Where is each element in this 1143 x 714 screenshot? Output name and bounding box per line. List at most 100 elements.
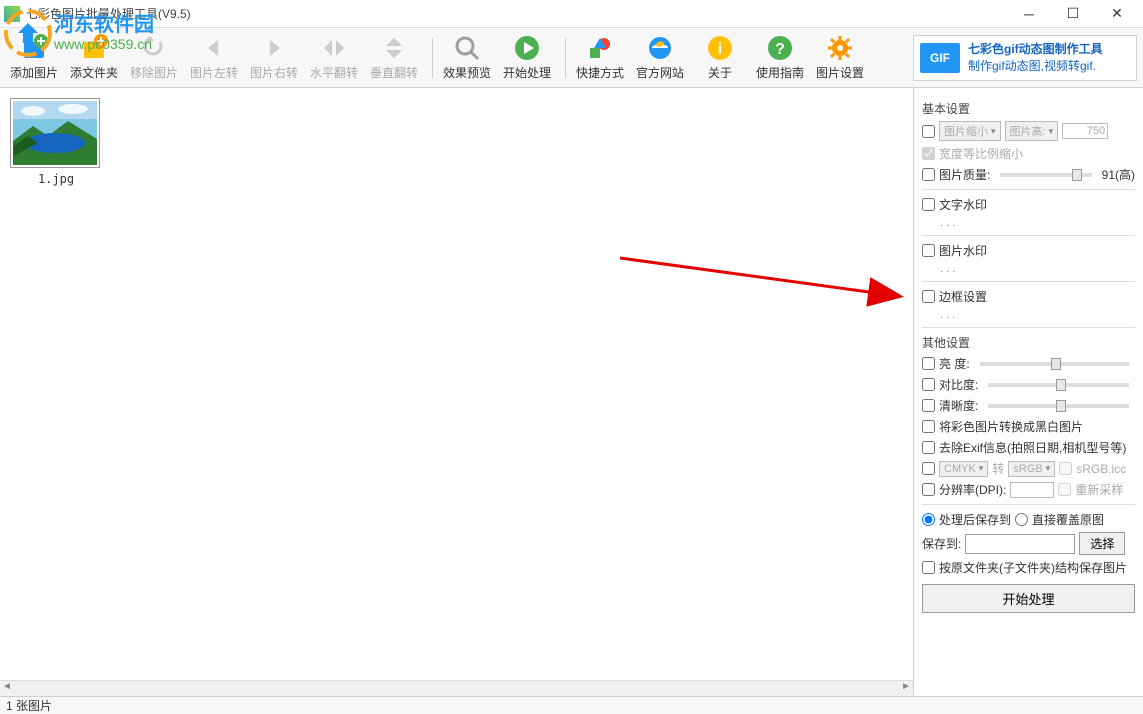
svg-text:i: i	[718, 41, 722, 58]
cmyk-from-combo[interactable]: CMYK	[939, 461, 988, 477]
exif-checkbox[interactable]	[922, 441, 935, 454]
toolbar-label: 开始处理	[503, 64, 551, 81]
resample-checkbox	[1058, 483, 1071, 496]
minimize-button[interactable]: ─	[1007, 0, 1051, 28]
toolbar-label: 图片设置	[816, 64, 864, 81]
text-watermark-checkbox[interactable]	[922, 198, 935, 211]
right-icon	[260, 34, 288, 62]
toolbar-label: 使用指南	[756, 64, 804, 81]
svg-text:?: ?	[775, 41, 785, 58]
browse-button[interactable]: 选择	[1079, 532, 1125, 555]
other-settings-title: 其他设置	[922, 334, 1135, 351]
sharpness-label: 清晰度:	[939, 397, 978, 414]
plus-icon	[20, 34, 48, 62]
thumbnail-area[interactable]: 1.jpg	[0, 88, 913, 702]
toolbar-help-button[interactable]: ? 使用指南	[752, 32, 808, 83]
brightness-slider[interactable]	[980, 362, 1129, 366]
bw-checkbox[interactable]	[922, 420, 935, 433]
toolbar-label: 添文件夹	[70, 64, 118, 81]
save-to-label: 保存到:	[922, 535, 961, 552]
statusbar: 1 张图片	[0, 696, 1143, 714]
toolbar-zoom-button[interactable]: 效果预览	[439, 32, 495, 83]
toolbar-label: 垂直翻转	[370, 64, 418, 81]
save-to-radio[interactable]	[922, 513, 935, 526]
settings-panel: 基本设置 图片缩小 图片高: 750 宽度等比例缩小 图片质量: 91(高) 文…	[913, 88, 1143, 702]
window-title: 七彩色图片批量处理工具(V9.5)	[26, 5, 1007, 22]
toolbar-separator	[565, 38, 566, 78]
toolbar-right-button: 图片右转	[246, 32, 302, 83]
toolbar-plus-button[interactable]: 添加图片	[6, 32, 62, 83]
hflip-icon	[320, 34, 348, 62]
toolbar-label: 快捷方式	[576, 64, 624, 81]
ratio-checkbox	[922, 147, 935, 160]
toolbar-ie-button[interactable]: 官方网站	[632, 32, 688, 83]
image-watermark-checkbox[interactable]	[922, 244, 935, 257]
toolbar-label: 移除图片	[130, 64, 178, 81]
border-dots: . . .	[940, 309, 1135, 321]
image-watermark-label: 图片水印	[939, 242, 987, 259]
toolbar-separator	[432, 38, 433, 78]
toolbar-plus-button[interactable]: 添文件夹	[66, 32, 122, 83]
thumbnail-image	[10, 98, 100, 168]
icc-checkbox	[1059, 462, 1072, 475]
quality-value: 91(高)	[1102, 166, 1135, 183]
sharpness-checkbox[interactable]	[922, 399, 935, 412]
contrast-slider[interactable]	[988, 383, 1129, 387]
toolbar-label: 图片右转	[250, 64, 298, 81]
gif-badge-icon: GIF	[920, 43, 960, 73]
gif-ad[interactable]: GIF 七彩色gif动态图制作工具 制作gif动态图,视频转gif.	[913, 35, 1137, 81]
sharpness-slider[interactable]	[988, 404, 1129, 408]
toolbar-play-button[interactable]: 开始处理	[499, 32, 555, 83]
gif-ad-subtitle: 制作gif动态图,视频转gif.	[968, 58, 1103, 75]
cmyk-to-combo[interactable]: sRGB	[1008, 461, 1055, 477]
border-label: 边框设置	[939, 288, 987, 305]
quality-slider[interactable]	[1000, 173, 1091, 177]
icc-label: sRGB.icc	[1076, 462, 1126, 476]
app-icon	[4, 6, 20, 22]
brightness-label: 亮 度:	[939, 355, 970, 372]
toolbar-info-button[interactable]: i 关于	[692, 32, 748, 83]
close-button[interactable]: ✕	[1095, 0, 1139, 28]
bw-label: 将彩色图片转换成黑白图片	[939, 418, 1083, 435]
save-to-radio-label: 处理后保存到	[939, 511, 1011, 528]
shrink-combo[interactable]: 图片缩小	[939, 121, 1001, 141]
toolbar-left-button: 图片左转	[186, 32, 242, 83]
height-spinner[interactable]: 750	[1062, 123, 1108, 139]
shrink-checkbox[interactable]	[922, 125, 935, 138]
height-combo[interactable]: 图片高:	[1005, 121, 1059, 141]
quality-checkbox[interactable]	[922, 168, 935, 181]
titlebar: 七彩色图片批量处理工具(V9.5) ─ ☐ ✕	[0, 0, 1143, 28]
thumbnail-filename: 1.jpg	[10, 172, 102, 186]
toolbar-gear-button[interactable]: 图片设置	[812, 32, 868, 83]
keep-structure-checkbox[interactable]	[922, 561, 935, 574]
horizontal-scrollbar[interactable]	[0, 680, 913, 696]
brightness-checkbox[interactable]	[922, 357, 935, 370]
toolbar-hflip-button: 水平翻转	[306, 32, 362, 83]
shapes-icon	[586, 34, 614, 62]
image-watermark-dots: . . .	[940, 263, 1135, 275]
annotation-arrow	[620, 248, 910, 318]
dpi-input[interactable]	[1010, 482, 1054, 498]
cmyk-checkbox[interactable]	[922, 462, 935, 475]
toolbar-label: 关于	[708, 64, 732, 81]
toolbar-undo-button: 移除图片	[126, 32, 182, 83]
vflip-icon	[380, 34, 408, 62]
keep-structure-label: 按原文件夹(子文件夹)结构保存图片	[939, 559, 1127, 576]
ie-icon	[646, 34, 674, 62]
overwrite-radio-label: 直接覆盖原图	[1032, 511, 1104, 528]
thumbnail-item[interactable]: 1.jpg	[10, 98, 102, 186]
toolbar: 添加图片添文件夹移除图片图片左转图片右转水平翻转垂直翻转 效果预览开始处理 快捷方式…	[0, 28, 1143, 88]
overwrite-radio[interactable]	[1015, 513, 1028, 526]
resample-label: 重新采样	[1075, 481, 1123, 498]
maximize-button[interactable]: ☐	[1051, 0, 1095, 28]
toolbar-shapes-button[interactable]: 快捷方式	[572, 32, 628, 83]
contrast-checkbox[interactable]	[922, 378, 935, 391]
save-path-input[interactable]	[965, 534, 1075, 554]
text-watermark-dots: . . .	[940, 217, 1135, 229]
toolbar-label: 添加图片	[10, 64, 58, 81]
border-checkbox[interactable]	[922, 290, 935, 303]
dpi-checkbox[interactable]	[922, 483, 935, 496]
status-count: 1 张图片	[6, 697, 52, 714]
start-process-button[interactable]: 开始处理	[922, 584, 1135, 613]
cmyk-mid-label: 转	[992, 460, 1004, 477]
